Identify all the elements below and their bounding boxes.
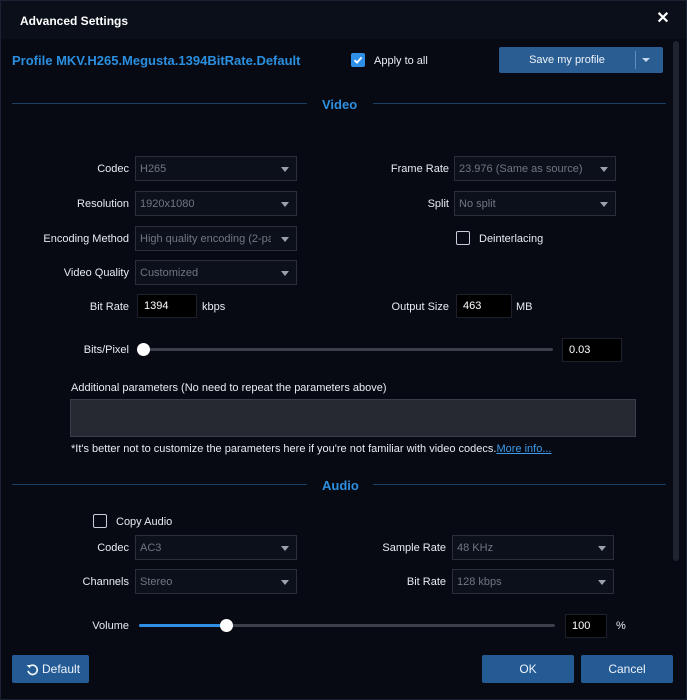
output-size-unit: MB xyxy=(516,301,533,313)
default-label: Default xyxy=(42,662,81,676)
additional-parameters-textarea[interactable] xyxy=(70,399,636,437)
output-size-label: Output Size xyxy=(391,301,449,313)
ok-button[interactable]: OK xyxy=(482,655,574,683)
chevron-down-icon[interactable] xyxy=(642,58,650,62)
more-info-link[interactable]: More info... xyxy=(496,443,551,455)
chevron-down-icon xyxy=(281,271,289,276)
volume-slider-fill xyxy=(139,624,227,627)
codec-select[interactable]: H265 xyxy=(135,156,297,181)
chevron-down-icon xyxy=(598,546,606,551)
volume-label: Volume xyxy=(92,620,129,632)
audio-codec-select[interactable]: AC3 xyxy=(135,535,297,560)
split-select[interactable]: No split xyxy=(454,191,616,216)
channels-select[interactable]: Stereo xyxy=(135,569,297,594)
codec-warning-note: *It's better not to customize the parame… xyxy=(71,443,552,455)
audio-bit-rate-value: 128 kbps xyxy=(457,576,502,588)
video-quality-label: Video Quality xyxy=(63,267,129,279)
chevron-down-icon xyxy=(281,580,289,585)
bit-rate-input[interactable]: 1394 xyxy=(137,294,197,318)
encoding-method-label: Encoding Method xyxy=(43,233,129,245)
resolution-label: Resolution xyxy=(77,198,129,210)
chevron-down-icon xyxy=(600,167,608,172)
profile-name: Profile MKV.H265.Megusta.1394BitRate.Def… xyxy=(12,53,301,68)
video-quality-select[interactable]: Customized xyxy=(135,260,297,285)
bit-rate-unit: kbps xyxy=(202,301,226,313)
audio-codec-value: AC3 xyxy=(140,542,162,554)
section-divider-right xyxy=(373,103,666,104)
section-divider-left xyxy=(12,484,307,485)
save-profile-button[interactable]: Save my profile xyxy=(499,47,663,73)
frame-rate-label: Frame Rate xyxy=(390,163,449,175)
copy-audio-checkbox[interactable] xyxy=(93,514,107,528)
section-divider-right xyxy=(373,484,666,485)
codec-label: Codec xyxy=(97,163,129,175)
default-button[interactable]: Default xyxy=(12,655,89,683)
bit-rate-value: 1394 xyxy=(144,300,169,312)
volume-input[interactable]: 100 xyxy=(565,614,607,638)
apply-to-all-checkbox[interactable] xyxy=(351,53,365,67)
bits-pixel-value: 0.03 xyxy=(569,344,591,356)
bit-rate-label: Bit Rate xyxy=(89,301,129,313)
volume-slider-thumb[interactable] xyxy=(220,619,234,632)
sample-rate-value: 48 KHz xyxy=(457,542,494,554)
chevron-down-icon xyxy=(281,237,289,242)
scrollbar[interactable] xyxy=(673,41,679,561)
sample-rate-select[interactable]: 48 KHz xyxy=(452,535,614,560)
channels-value: Stereo xyxy=(140,576,173,588)
chevron-down-icon xyxy=(598,580,606,585)
bits-pixel-slider-thumb[interactable] xyxy=(137,343,150,356)
output-size-input[interactable]: 463 xyxy=(456,294,512,318)
video-section-title: Video xyxy=(322,97,358,112)
volume-value: 100 xyxy=(572,620,591,632)
chevron-down-icon xyxy=(600,202,608,207)
frame-rate-value: 23.976 (Same as source) xyxy=(459,163,583,175)
encoding-method-select[interactable]: High quality encoding (2-pass) xyxy=(135,226,297,251)
window-title: Advanced Settings xyxy=(20,14,129,28)
bits-pixel-label: Bits/Pixel xyxy=(83,344,129,356)
title-bar: Advanced Settings ✕ xyxy=(1,1,686,39)
chevron-down-icon xyxy=(281,546,289,551)
audio-bit-rate-label: Bit Rate xyxy=(406,576,446,588)
save-profile-label: Save my profile xyxy=(529,54,605,66)
chevron-down-icon xyxy=(281,167,289,172)
audio-codec-label: Codec xyxy=(97,542,129,554)
split-value: No split xyxy=(459,198,496,210)
advanced-settings-dialog: Advanced Settings ✕ Profile MKV.H265.Meg… xyxy=(0,0,687,700)
close-icon[interactable]: ✕ xyxy=(655,11,671,27)
split-label: Split xyxy=(427,198,449,210)
sample-rate-label: Sample Rate xyxy=(382,542,446,554)
split-divider xyxy=(635,51,636,69)
section-divider-left xyxy=(12,103,307,104)
codec-value: H265 xyxy=(140,163,167,175)
encoding-method-value: High quality encoding (2-pass) xyxy=(140,233,271,245)
audio-section-title: Audio xyxy=(322,478,359,493)
deinterlacing-label: Deinterlacing xyxy=(479,233,544,245)
copy-audio-label: Copy Audio xyxy=(116,516,173,528)
output-size-value: 463 xyxy=(463,300,482,312)
apply-to-all-label: Apply to all xyxy=(374,55,428,67)
video-quality-value: Customized xyxy=(140,267,199,279)
bits-pixel-slider-track[interactable] xyxy=(139,348,553,351)
bits-pixel-input[interactable]: 0.03 xyxy=(562,338,622,362)
resolution-select[interactable]: 1920x1080 xyxy=(135,191,297,216)
audio-bit-rate-select[interactable]: 128 kbps xyxy=(452,569,614,594)
deinterlacing-checkbox[interactable] xyxy=(456,231,470,245)
codec-warning-text: *It's better not to customize the parame… xyxy=(71,443,497,455)
channels-label: Channels xyxy=(82,576,129,588)
checkmark-icon xyxy=(353,56,363,64)
resolution-value: 1920x1080 xyxy=(140,198,195,210)
volume-unit: % xyxy=(616,620,626,632)
frame-rate-select[interactable]: 23.976 (Same as source) xyxy=(454,156,616,181)
chevron-down-icon xyxy=(281,202,289,207)
cancel-button[interactable]: Cancel xyxy=(581,655,673,683)
additional-parameters-label: Additional parameters (No need to repeat… xyxy=(71,382,387,394)
reset-icon xyxy=(26,664,39,676)
